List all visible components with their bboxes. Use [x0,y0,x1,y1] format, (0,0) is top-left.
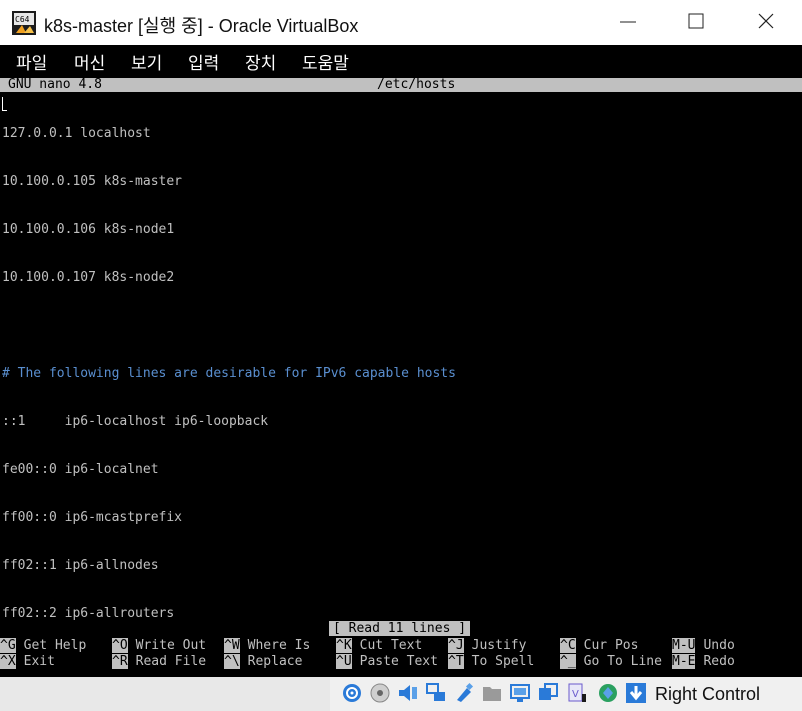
shortcut-key: ^U [336,654,352,669]
display-icon[interactable] [509,682,531,704]
shortcut-label: Where Is [247,638,311,653]
shortcut-replace[interactable]: ^\ Replace [224,654,302,670]
nano-title-bar: GNU nano 4.8 /etc/hosts [0,77,802,92]
shortcut-label: Get Help [23,638,87,653]
network-icon[interactable] [425,682,447,704]
window-title: k8s-master [실행 중] - Oracle VirtualBox [44,16,359,36]
shortcut-label: Replace [247,654,303,669]
nano-filename: /etc/hosts [377,77,456,92]
shortcut-key: ^T [448,654,464,669]
shortcut-label: Read File [135,654,207,669]
shortcut-justify[interactable]: ^J Justify [448,638,526,654]
file-line: 10.100.0.107 k8s-node2 [2,270,175,285]
shortcut-write-out[interactable]: ^O Write Out [112,638,206,654]
menu-devices[interactable]: 장치 [245,49,276,74]
minimize-button[interactable] [598,0,658,45]
window-titlebar[interactable]: C64 k8s-master [실행 중] - Oracle VirtualBo… [0,0,802,45]
virtualbox-icon: C64 [12,11,36,35]
shortcut-key: ^X [0,654,16,669]
shortcut-key: ^G [0,638,16,653]
shortcut-cur-pos[interactable]: ^C Cur Pos [560,638,638,654]
shortcut-label: Cur Pos [583,638,639,653]
vm-status-bar: V Right Control [0,677,802,711]
shortcut-key: ^O [112,638,128,653]
shortcut-get-help[interactable]: ^G Get Help [0,638,86,654]
svg-text:C64: C64 [15,15,30,24]
shortcut-key: ^_ [560,654,576,669]
shortcut-row: ^G Get Help ^O Write Out ^W Where Is ^K Cut … [0,638,802,654]
comment-line: # The following lines are desirable for … [2,366,456,381]
hard-disk-icon[interactable] [341,682,363,704]
shortcut-redo[interactable]: M-E Redo [672,654,735,670]
video-capture-icon[interactable] [537,682,559,704]
shortcut-exit[interactable]: ^X Exit [0,654,55,670]
shortcut-undo[interactable]: M-U Undo [672,638,735,654]
file-line: 127.0.0.1 localhost [2,126,151,141]
file-content[interactable]: 127.0.0.1 localhost 10.100.0.105 k8s-mas… [2,94,456,654]
minimize-icon [620,21,636,23]
shortcut-where-is[interactable]: ^W Where Is [224,638,310,654]
mouse-integration-icon[interactable] [597,682,619,704]
optical-drive-icon[interactable] [369,682,391,704]
audio-icon[interactable] [397,682,419,704]
keyboard-capture-icon[interactable] [625,682,647,704]
cpu-virtualization-icon[interactable]: V [565,682,587,704]
text-cursor [2,97,7,111]
file-line: fe00::0 ip6-localnet [2,462,159,477]
file-line [2,318,456,334]
maximize-icon [688,13,704,29]
shared-folders-icon[interactable] [481,682,503,704]
shortcut-to-spell[interactable]: ^T To Spell [448,654,534,670]
nano-status-message: [ Read 11 lines ] [329,621,471,636]
shortcut-row: ^X Exit ^R Read File ^\ Replace ^U Paste Tex… [0,654,802,670]
shortcut-key: ^\ [224,654,240,669]
host-key-label: Right Control [655,684,761,704]
menu-machine[interactable]: 머신 [74,49,105,74]
file-line: ff00::0 ip6-mcastprefix [2,510,183,525]
file-line: ff02::2 ip6-allrouters [2,606,175,621]
maximize-button[interactable] [666,0,726,45]
file-line: ff02::1 ip6-allnodes [2,558,159,573]
shortcut-key: ^K [336,638,352,653]
shortcut-key: M-E [672,654,696,669]
menu-bar: 파일 머신 보기 입력 장치 도움말 [0,45,802,76]
shortcut-label: Go To Line [583,654,662,669]
menu-input[interactable]: 입력 [188,49,219,74]
close-icon [758,13,774,29]
vm-screen[interactable]: GNU nano 4.8 /etc/hosts 127.0.0.1 localh… [0,76,802,677]
shortcut-label: Redo [703,654,735,669]
menu-view[interactable]: 보기 [131,49,162,74]
shortcut-label: Write Out [135,638,207,653]
nano-version: GNU nano 4.8 [8,77,102,92]
menu-help[interactable]: 도움말 [302,49,349,74]
shortcut-read-file[interactable]: ^R Read File [112,654,206,670]
shortcut-key: ^J [448,638,464,653]
shortcut-label: Cut Text [359,638,423,653]
shortcut-paste-text[interactable]: ^U Paste Text [336,654,438,670]
file-line: 10.100.0.105 k8s-master [2,174,183,189]
shortcut-key: ^R [112,654,128,669]
shortcut-label: Justify [471,638,527,653]
shortcut-label: Paste Text [359,654,438,669]
shortcut-key: ^W [224,638,240,653]
svg-text:V: V [572,689,579,700]
shortcut-label: Exit [23,654,55,669]
file-line: 10.100.0.106 k8s-node1 [2,222,175,237]
shortcut-key: ^C [560,638,576,653]
close-button[interactable] [736,0,796,45]
status-bar-empty-area [0,677,330,711]
shortcut-label: Undo [703,638,735,653]
menu-file[interactable]: 파일 [16,49,47,74]
shortcut-label: To Spell [471,654,535,669]
usb-icon[interactable] [453,682,475,704]
shortcut-key: M-U [672,638,696,653]
file-line: ::1 ip6-localhost ip6-loopback [2,414,269,429]
shortcut-cut-text[interactable]: ^K Cut Text [336,638,422,654]
shortcut-go-to-line[interactable]: ^_ Go To Line [560,654,662,670]
